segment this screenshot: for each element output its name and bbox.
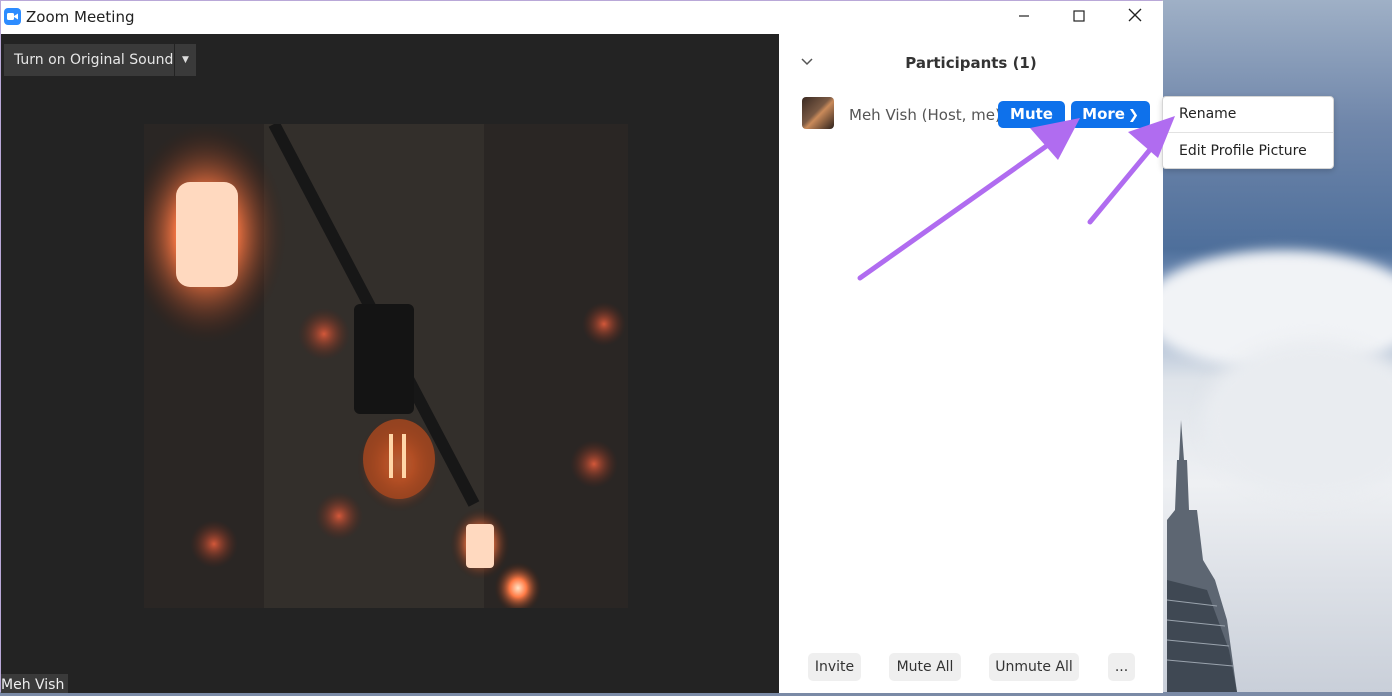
participant-context-menu: Rename Edit Profile Picture — [1162, 96, 1334, 169]
menu-item-edit-profile-picture[interactable]: Edit Profile Picture — [1179, 143, 1307, 159]
minimize-button[interactable] — [1004, 5, 1044, 29]
close-icon — [1128, 8, 1142, 22]
more-button-label: More — [1082, 105, 1125, 123]
window-title: Zoom Meeting — [26, 8, 135, 26]
chevron-right-icon: ❯ — [1127, 108, 1139, 123]
invite-button[interactable]: Invite — [808, 653, 861, 681]
menu-divider — [1163, 132, 1333, 133]
mute-all-button[interactable]: Mute All — [889, 653, 961, 681]
participants-panel: Participants (1) Meh Vish (Host, me) Mut… — [779, 34, 1163, 693]
participants-title: Participants (1) — [905, 54, 1037, 72]
participant-video — [144, 124, 628, 608]
zoom-meeting-window: Zoom Meeting Turn on Original Sound ▼ Me… — [0, 0, 1163, 693]
bulb-photo — [144, 124, 628, 608]
participant-row[interactable]: Meh Vish (Host, me) Mute More ❯ — [779, 94, 1163, 136]
video-name-tag: Meh Vish — [1, 674, 69, 693]
original-sound-button[interactable]: Turn on Original Sound — [4, 44, 174, 76]
sound-options-dropdown[interactable]: ▼ — [175, 44, 196, 76]
mute-button[interactable]: Mute — [998, 101, 1065, 128]
menu-item-rename[interactable]: Rename — [1179, 106, 1236, 122]
video-area: Turn on Original Sound ▼ Meh Vish — [1, 34, 779, 693]
maximize-icon — [1073, 10, 1085, 22]
maximize-button[interactable] — [1059, 5, 1099, 29]
participant-name: Meh Vish (Host, me) — [849, 106, 1001, 124]
caret-down-icon: ▼ — [182, 55, 189, 65]
unmute-all-button[interactable]: Unmute All — [989, 653, 1079, 681]
avatar — [802, 97, 834, 129]
title-bar: Zoom Meeting — [1, 1, 1163, 34]
minimize-icon — [1019, 15, 1029, 17]
more-options-button[interactable]: ... — [1108, 653, 1135, 681]
skyscraper-image — [1167, 420, 1237, 692]
more-button[interactable]: More ❯ — [1071, 101, 1150, 128]
close-button[interactable] — [1115, 5, 1155, 29]
zoom-app-icon — [4, 8, 21, 25]
